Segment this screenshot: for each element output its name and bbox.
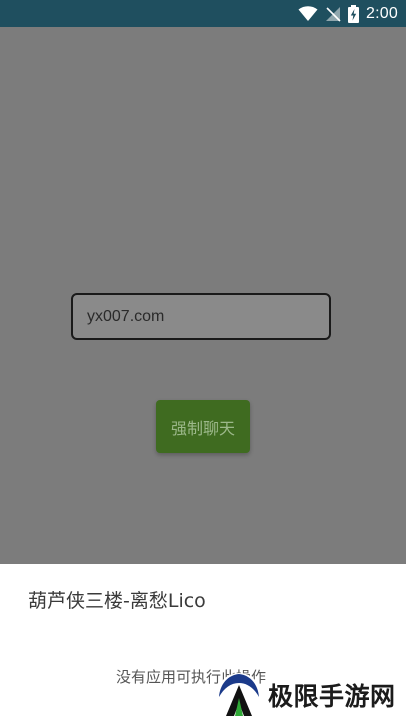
status-time: 2:00 xyxy=(366,4,398,22)
watermark-text: 极限手游网 xyxy=(268,682,396,711)
battery-charging-icon xyxy=(348,4,360,23)
watermark-logo: 极限手游网 xyxy=(216,672,396,718)
signal-icon xyxy=(325,6,341,22)
url-input[interactable]: yx007.com xyxy=(71,293,331,340)
force-chat-button[interactable]: 强制聊天 xyxy=(156,400,250,453)
app-content-area: yx007.com 强制聊天 xyxy=(0,27,406,564)
status-icons: 2:00 xyxy=(298,0,398,27)
watermark-emblem-icon xyxy=(217,673,261,717)
wifi-icon xyxy=(298,5,318,22)
sheet-title: 葫芦侠三楼-离愁Lico xyxy=(28,590,206,612)
status-bar: 2:00 xyxy=(0,0,406,27)
